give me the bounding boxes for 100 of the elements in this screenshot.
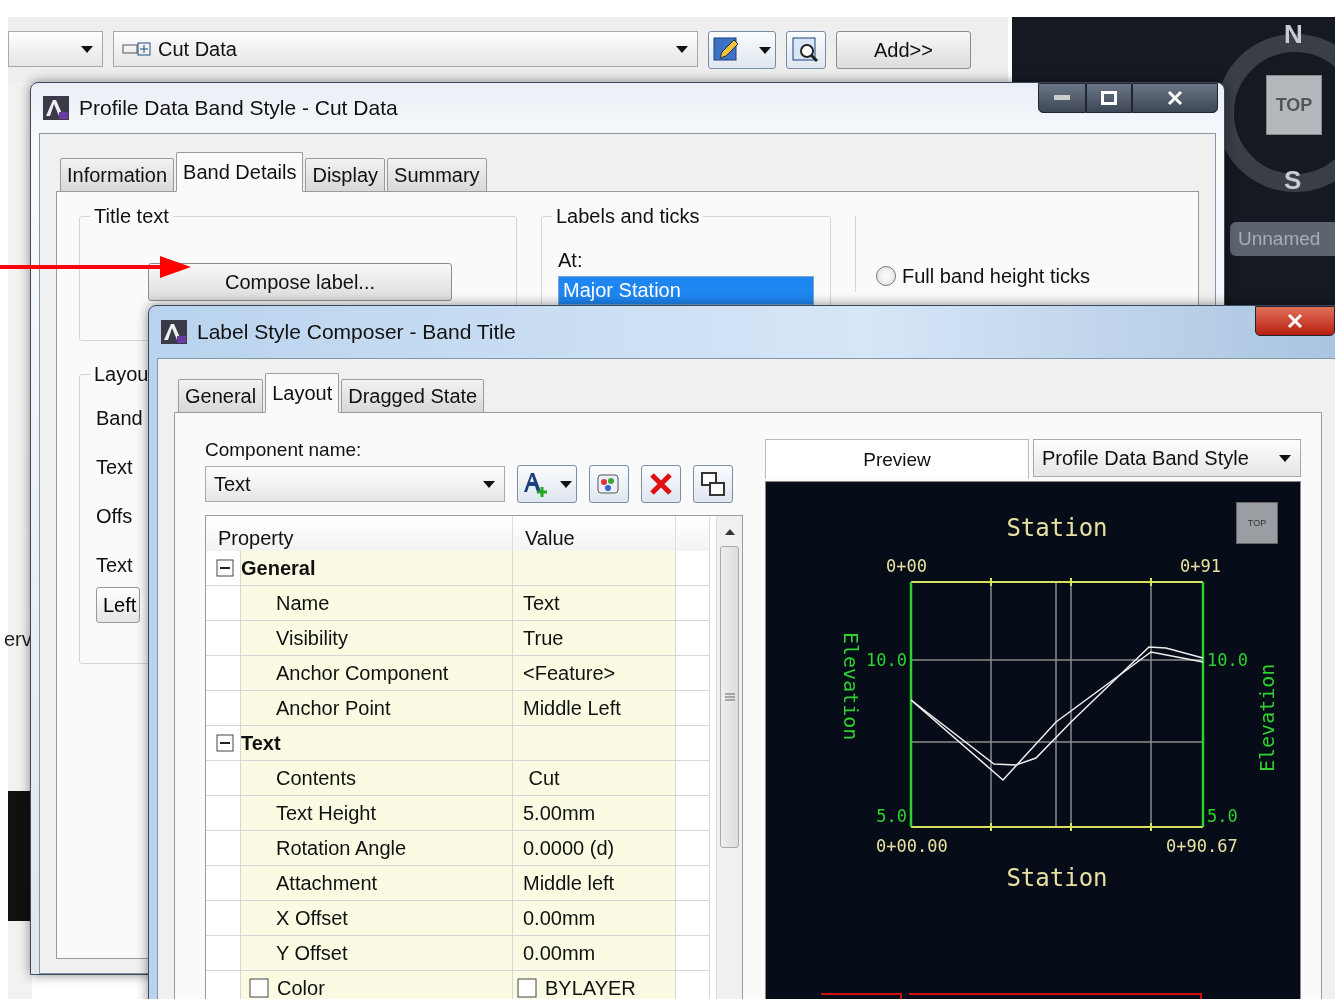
axis-title: Elevation (1255, 663, 1279, 772)
tab[interactable]: Display (305, 158, 386, 192)
tab[interactable]: Summary (387, 158, 487, 192)
list-item[interactable]: Major Station (558, 276, 814, 305)
value-cell[interactable]: 0.00mm (513, 901, 676, 936)
north-label: N (1284, 19, 1303, 50)
text-dropdown[interactable]: Left (96, 587, 140, 623)
field-label: Component name: (205, 439, 363, 461)
maximize-icon (1101, 91, 1117, 105)
text-add-icon (521, 470, 549, 498)
scroll-thumb[interactable] (720, 546, 739, 848)
south-label: S (1284, 165, 1302, 196)
field-label: Offs (96, 505, 133, 528)
value-cell[interactable]: True (513, 621, 676, 656)
minimize-icon (1054, 95, 1070, 101)
compose-label-button[interactable]: Compose label... (148, 263, 452, 301)
close-button[interactable] (1255, 306, 1335, 336)
field-label: Text (96, 554, 133, 577)
preview-tab[interactable]: Preview (765, 439, 1029, 479)
close-button[interactable] (1132, 83, 1218, 113)
window-title: Profile Data Band Style - Cut Data (79, 96, 398, 120)
property-cell: Y Offset (241, 936, 513, 971)
property-cell: X Offset (241, 901, 513, 936)
axis-title: Station (1006, 864, 1108, 892)
collapse-icon[interactable] (216, 559, 234, 577)
property-cell: Color (241, 971, 513, 999)
scroll-up-icon (723, 528, 736, 536)
property-cell: Contents (241, 761, 513, 796)
caret-icon (559, 479, 573, 489)
app-logo-icon (161, 320, 187, 344)
window-title: Label Style Composer - Band Title (197, 320, 516, 344)
caret-icon (1278, 453, 1292, 463)
station-label: 0+00.00 (876, 836, 948, 856)
radio-label: Full band height ticks (902, 264, 1090, 288)
group-name: Text (241, 726, 513, 761)
axis-title: Station (1006, 514, 1108, 542)
field-label: Band (96, 407, 143, 430)
field-label: Text (96, 456, 133, 479)
elevation-label: 5.0 (876, 806, 907, 826)
minimize-button[interactable] (1038, 83, 1086, 113)
viewcube-button[interactable]: TOP (1236, 502, 1278, 544)
close-icon (1167, 90, 1183, 106)
collapse-icon[interactable] (216, 734, 234, 752)
property-cell: Name (241, 586, 513, 621)
value-cell[interactable]: 5.00mm (513, 796, 676, 831)
station-label: 0+90.67 (1166, 836, 1238, 856)
delete-component-button[interactable] (641, 465, 681, 503)
axis-title: Elevation (839, 632, 863, 741)
layers-icon (699, 470, 727, 498)
viewcube-top-face[interactable]: TOP (1266, 75, 1322, 135)
tab[interactable]: Information (60, 158, 175, 192)
edit-style-button[interactable] (708, 31, 776, 69)
group-name: General (241, 551, 513, 586)
caret-icon (482, 479, 496, 489)
tab[interactable]: General (178, 379, 264, 413)
component-name-dropdown[interactable]: Text (205, 466, 505, 502)
value-cell[interactable]: <Feature> (513, 656, 676, 691)
caret-icon (675, 44, 689, 54)
close-icon (1287, 313, 1303, 329)
app-logo-icon (43, 96, 69, 120)
tab[interactable]: Band Details (176, 152, 304, 192)
checkbox-icon (249, 978, 269, 998)
value-cell[interactable]: Cut (513, 761, 676, 796)
elevation-label: 5.0 (1207, 806, 1238, 826)
property-cell: Visibility (241, 621, 513, 656)
add-button[interactable]: Add>> (836, 31, 971, 69)
scrollbar[interactable] (716, 516, 742, 999)
property-cell: Anchor Point (241, 691, 513, 726)
caret-icon (758, 45, 772, 55)
grip-icon (724, 692, 735, 702)
radio-button[interactable] (876, 266, 896, 286)
add-component-button[interactable] (517, 465, 577, 503)
elevation-label: 10.0 (866, 650, 907, 670)
color-swatch-icon (517, 978, 537, 998)
elevation-label: 10.0 (1207, 650, 1248, 670)
tab[interactable]: Dragged State (341, 379, 485, 413)
component-order-button[interactable] (693, 465, 733, 503)
property-cell: Rotation Angle (241, 831, 513, 866)
property-cell: Anchor Component (241, 656, 513, 691)
property-cell: Attachment (241, 866, 513, 901)
station-label: 0+91 (1180, 556, 1221, 576)
copy-component-button[interactable] (589, 465, 629, 503)
maximize-button[interactable] (1086, 83, 1132, 113)
delete-icon (648, 471, 674, 497)
preview-button[interactable] (786, 31, 826, 69)
value-cell[interactable]: 0.0000 (d) (513, 831, 676, 866)
caret-icon (80, 44, 94, 54)
station-label: 0+00 (886, 556, 927, 576)
magnifier-icon (791, 36, 821, 64)
value-cell[interactable]: Middle Left (513, 691, 676, 726)
value-cell[interactable]: Middle left (513, 866, 676, 901)
value-cell[interactable]: Text (513, 586, 676, 621)
background-text: erv (4, 628, 32, 651)
value-cell[interactable]: BYLAYER (513, 971, 676, 999)
band-style-dropdown[interactable]: Cut Data (113, 31, 698, 67)
value-cell[interactable]: 0.00mm (513, 936, 676, 971)
band-icon (122, 41, 152, 57)
tab[interactable]: Layout (265, 373, 340, 413)
preview-style-dropdown[interactable]: Profile Data Band Style (1033, 439, 1301, 477)
property-cell: Text Height (241, 796, 513, 831)
